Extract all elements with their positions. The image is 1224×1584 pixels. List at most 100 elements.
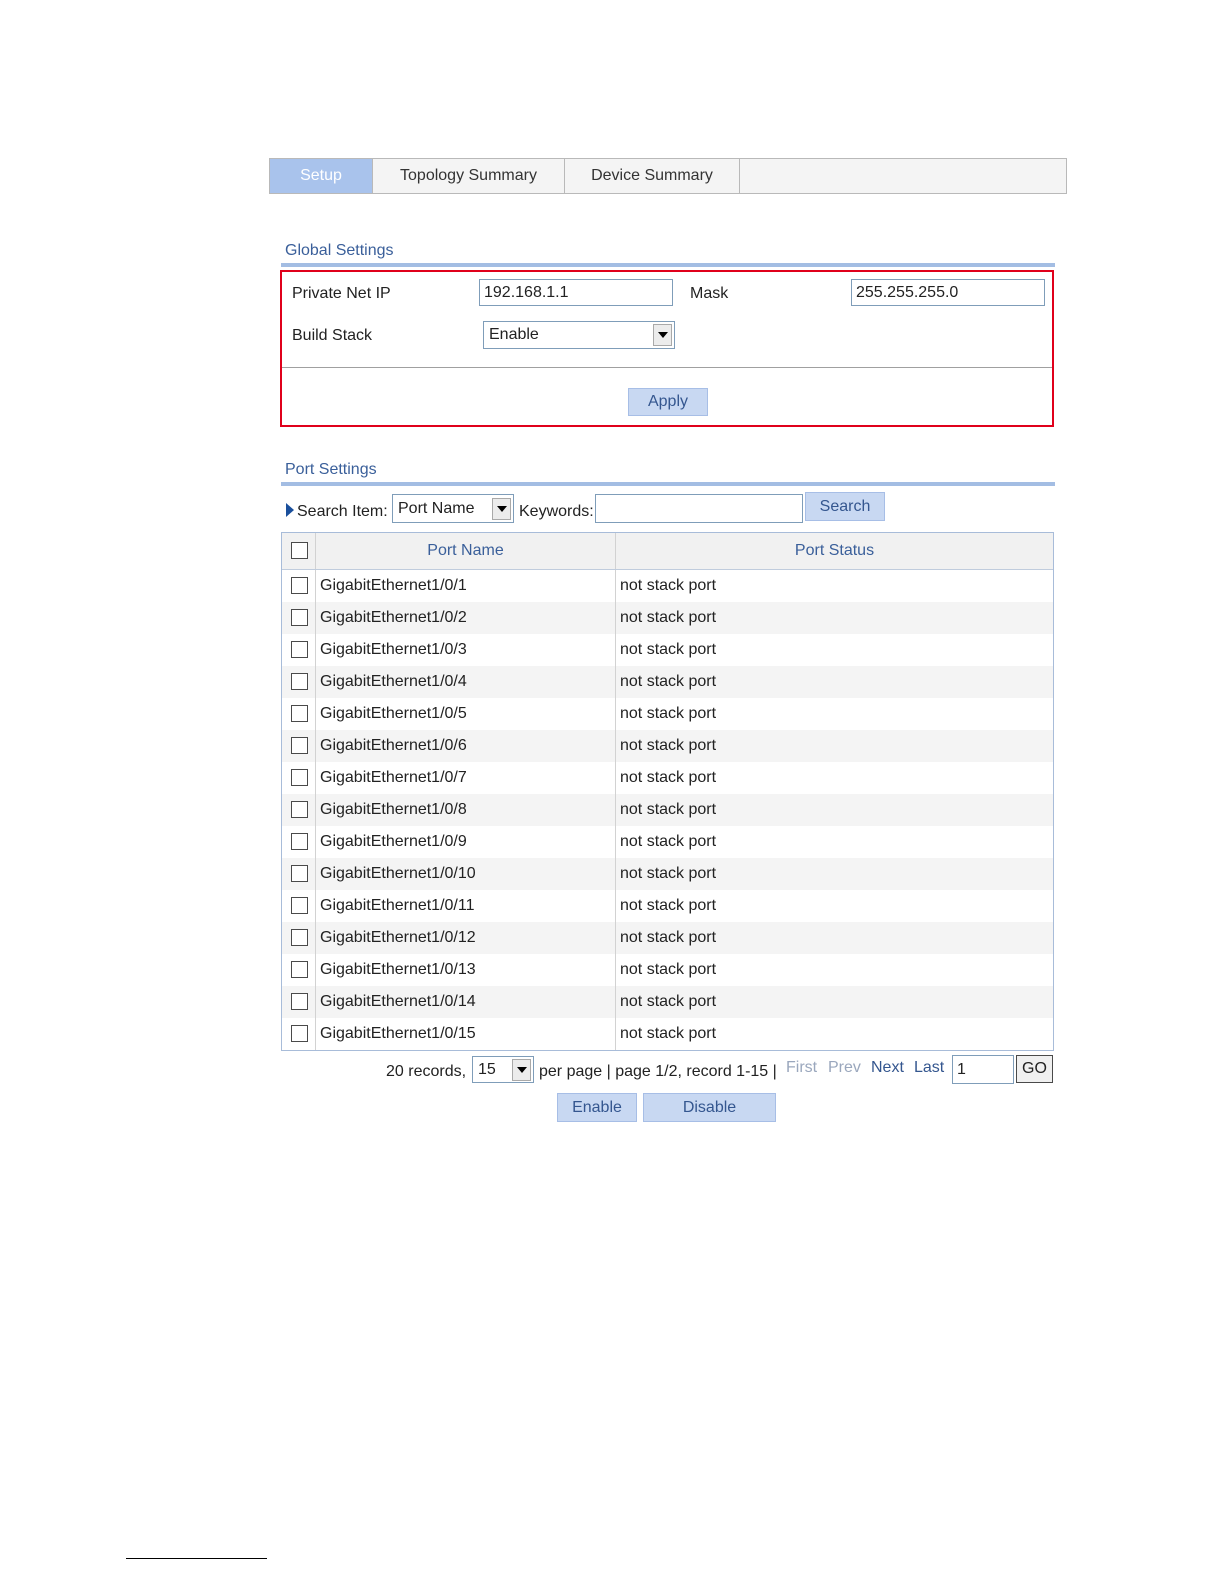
row-checkbox[interactable] — [291, 897, 308, 914]
chevron-down-icon[interactable] — [653, 324, 672, 346]
row-checkbox[interactable] — [291, 1025, 308, 1042]
per-page-value: 15 — [478, 1060, 496, 1078]
prev-page-link[interactable]: Prev — [828, 1059, 861, 1077]
row-checkbox[interactable] — [291, 673, 308, 690]
row-checkbox[interactable] — [291, 641, 308, 658]
table-row: GigabitEthernet1/0/12 not stack port — [282, 922, 1053, 954]
port-status-cell: not stack port — [620, 673, 717, 690]
table-row: GigabitEthernet1/0/3 not stack port — [282, 634, 1053, 666]
chevron-down-icon[interactable] — [512, 1058, 531, 1081]
last-page-link[interactable]: Last — [914, 1059, 944, 1077]
row-checkbox[interactable] — [291, 801, 308, 818]
port-table: Port Name Port Status GigabitEthernet1/0… — [281, 532, 1054, 1051]
search-item-select[interactable]: Port Name — [392, 494, 514, 523]
row-checkbox[interactable] — [291, 961, 308, 978]
table-row: GigabitEthernet1/0/8 not stack port — [282, 794, 1053, 826]
go-button[interactable]: GO — [1016, 1055, 1053, 1083]
port-status-cell: not stack port — [620, 961, 717, 978]
table-row: GigabitEthernet1/0/10 not stack port — [282, 858, 1053, 890]
pagination: 20 records, 15 per page | page 1/2, reco… — [0, 1054, 1224, 1084]
keywords-input[interactable] — [595, 494, 803, 523]
table-row: GigabitEthernet1/0/1 not stack port — [282, 570, 1053, 602]
row-checkbox[interactable] — [291, 737, 308, 754]
port-name-cell: GigabitEthernet1/0/13 — [316, 954, 616, 986]
mask-label: Mask — [690, 285, 729, 302]
global-settings-rule — [281, 263, 1055, 267]
port-name-cell: GigabitEthernet1/0/5 — [316, 698, 616, 730]
port-status-cell: not stack port — [620, 705, 717, 722]
records-count: 20 records, — [386, 1063, 467, 1080]
row-checkbox[interactable] — [291, 833, 308, 850]
mask-input[interactable] — [851, 279, 1045, 306]
private-net-ip-label: Private Net IP — [292, 285, 391, 302]
select-all-checkbox[interactable] — [291, 542, 308, 559]
table-row: GigabitEthernet1/0/15 not stack port — [282, 1018, 1053, 1050]
per-page-select[interactable]: 15 — [472, 1056, 534, 1083]
table-row: GigabitEthernet1/0/13 not stack port — [282, 954, 1053, 986]
row-checkbox[interactable] — [291, 993, 308, 1010]
table-row: GigabitEthernet1/0/5 not stack port — [282, 698, 1053, 730]
port-name-cell: GigabitEthernet1/0/9 — [316, 826, 616, 858]
table-row: GigabitEthernet1/0/2 not stack port — [282, 602, 1053, 634]
apply-button[interactable]: Apply — [628, 388, 708, 416]
tab-device-summary[interactable]: Device Summary — [565, 159, 740, 193]
port-status-cell: not stack port — [620, 833, 717, 850]
footnote-rule — [126, 1558, 267, 1559]
port-settings-rule — [281, 482, 1055, 486]
port-status-cell: not stack port — [620, 929, 717, 946]
tab-setup[interactable]: Setup — [270, 159, 373, 193]
port-name-cell: GigabitEthernet1/0/10 — [316, 858, 616, 890]
row-checkbox[interactable] — [291, 577, 308, 594]
column-header-port-name: Port Name — [316, 533, 616, 569]
port-name-cell: GigabitEthernet1/0/1 — [316, 570, 616, 602]
column-header-port-status: Port Status — [794, 542, 875, 559]
next-page-link[interactable]: Next — [871, 1059, 904, 1077]
table-row: GigabitEthernet1/0/9 not stack port — [282, 826, 1053, 858]
page-info: per page | page 1/2, record 1-15 | — [539, 1063, 777, 1080]
row-checkbox[interactable] — [291, 929, 308, 946]
private-net-ip-input[interactable] — [479, 279, 673, 306]
port-status-cell: not stack port — [620, 577, 717, 594]
port-name-cell: GigabitEthernet1/0/7 — [316, 762, 616, 794]
port-status-cell: not stack port — [620, 993, 717, 1010]
port-status-cell: not stack port — [620, 897, 717, 914]
port-name-cell: GigabitEthernet1/0/2 — [316, 602, 616, 634]
build-stack-select[interactable]: Enable — [483, 321, 675, 349]
search-row: Search Item: Port Name Keywords: Search — [286, 492, 1056, 524]
row-checkbox[interactable] — [291, 769, 308, 786]
port-name-cell: GigabitEthernet1/0/15 — [316, 1018, 616, 1050]
tab-topology-summary[interactable]: Topology Summary — [373, 159, 565, 193]
search-button[interactable]: Search — [805, 492, 885, 521]
arrow-right-icon — [286, 503, 294, 517]
table-body: GigabitEthernet1/0/1 not stack port Gigab… — [282, 570, 1053, 1050]
port-status-cell: not stack port — [620, 1025, 717, 1042]
port-name-cell: GigabitEthernet1/0/4 — [316, 666, 616, 698]
port-name-cell: GigabitEthernet1/0/8 — [316, 794, 616, 826]
global-settings-title: Global Settings — [285, 242, 394, 259]
first-page-link[interactable]: First — [786, 1059, 817, 1077]
table-row: GigabitEthernet1/0/6 not stack port — [282, 730, 1053, 762]
row-checkbox[interactable] — [291, 705, 308, 722]
enable-button[interactable]: Enable — [557, 1093, 637, 1122]
port-status-cell: not stack port — [620, 865, 717, 882]
build-stack-value: Enable — [489, 326, 539, 343]
port-name-cell: GigabitEthernet1/0/3 — [316, 634, 616, 666]
table-row: GigabitEthernet1/0/11 not stack port — [282, 890, 1053, 922]
row-checkbox[interactable] — [291, 865, 308, 882]
row-checkbox[interactable] — [291, 609, 308, 626]
keywords-label: Keywords: — [519, 503, 594, 520]
table-row: GigabitEthernet1/0/7 not stack port — [282, 762, 1053, 794]
page-number-input[interactable] — [952, 1055, 1014, 1084]
chevron-down-icon[interactable] — [492, 497, 511, 520]
port-status-cell: not stack port — [620, 801, 717, 818]
port-status-cell: not stack port — [620, 641, 717, 658]
port-name-cell: GigabitEthernet1/0/6 — [316, 730, 616, 762]
search-item-value: Port Name — [398, 499, 475, 517]
search-item-label: Search Item: — [297, 503, 388, 520]
disable-button[interactable]: Disable — [643, 1093, 776, 1122]
global-settings-divider — [282, 367, 1052, 368]
port-status-cell: not stack port — [620, 769, 717, 786]
port-name-cell: GigabitEthernet1/0/11 — [316, 890, 616, 922]
port-settings-title: Port Settings — [285, 461, 377, 478]
global-settings-panel: Private Net IP Mask Build Stack Enable A… — [280, 270, 1054, 427]
